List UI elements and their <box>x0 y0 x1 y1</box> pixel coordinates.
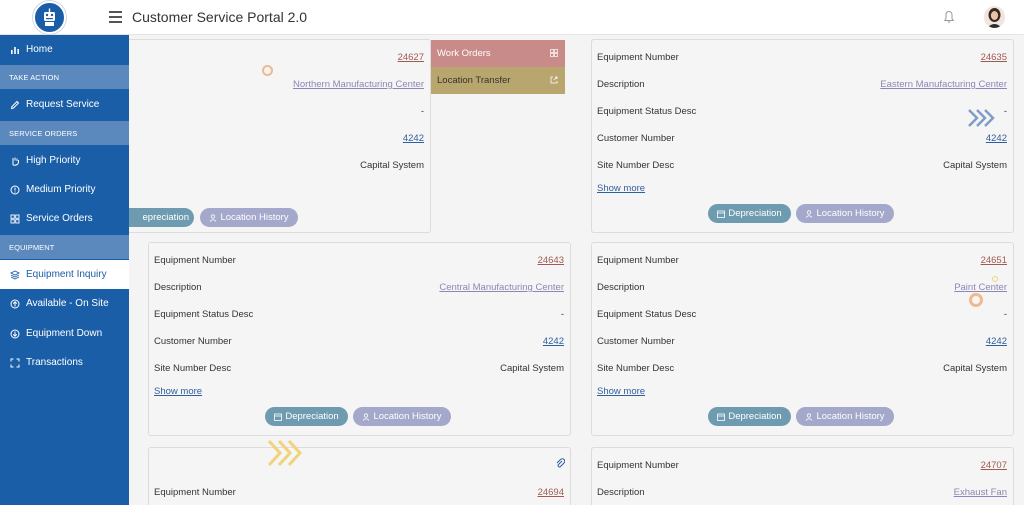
calendar-icon <box>717 413 726 421</box>
sidebar-item-label: Equipment Inquiry <box>26 269 107 280</box>
sidebar-item-medium-priority[interactable]: Medium Priority <box>0 175 129 204</box>
site-value: Capital System <box>943 363 1007 374</box>
sidebar-item-label: Service Orders <box>26 213 93 224</box>
equipment-number-link[interactable]: 24635 <box>981 52 1007 63</box>
show-more-link[interactable]: Show more <box>597 183 645 194</box>
equipment-card-4: Equipment Number 24651 Description Paint C… <box>591 242 1014 436</box>
sidebar-item-label: Available - On Site <box>26 298 109 309</box>
layers-icon <box>10 269 20 280</box>
description-link[interactable]: Northern Manufacturing Center <box>293 79 424 90</box>
status-value: - <box>1003 106 1007 117</box>
customer-number-link[interactable]: 4242 <box>986 133 1007 144</box>
sidebar-item-service-orders[interactable]: Service Orders <box>0 204 129 233</box>
paperclip-icon[interactable] <box>555 458 565 468</box>
description-link[interactable]: Paint Center <box>954 282 1007 293</box>
description-link[interactable]: Central Manufacturing Center <box>439 282 564 293</box>
description-link[interactable]: Exhaust Fan <box>954 487 1007 498</box>
status-value: - <box>1003 309 1007 320</box>
bar-chart-icon <box>10 45 20 55</box>
show-more-link[interactable]: Show more <box>597 386 645 397</box>
hand-icon <box>10 156 20 166</box>
sidebar-item-request-service[interactable]: Request Service <box>0 90 129 119</box>
location-transfer-menu-item[interactable]: Location Transfer <box>431 67 565 94</box>
sidebar-section-equipment: EQUIPMENT <box>0 235 129 259</box>
depreciation-button[interactable]: Depreciation <box>265 407 348 426</box>
grid-icon <box>550 49 558 57</box>
site-value: Capital System <box>943 160 1007 171</box>
sidebar-item-label: High Priority <box>26 155 81 166</box>
sidebar-section-take-action: TAKE ACTION <box>0 65 129 89</box>
customer-number-link[interactable]: 4242 <box>543 336 564 347</box>
equipment-number-link[interactable]: 24643 <box>538 255 564 266</box>
equipment-number-link[interactable]: 24694 <box>538 487 564 498</box>
main-content: 24627 Northern Manufacturing Center - 42… <box>129 35 1024 505</box>
equipment-number-link[interactable]: 24651 <box>981 255 1007 266</box>
chevron-right-icon <box>968 109 995 127</box>
menu-icon[interactable] <box>109 11 122 23</box>
site-value: Capital System <box>500 363 564 374</box>
user-icon <box>363 412 370 421</box>
depreciation-button[interactable]: epreciation <box>129 208 194 227</box>
equipment-number-link[interactable]: 24627 <box>398 52 424 63</box>
sidebar-item-home[interactable]: Home <box>0 35 129 64</box>
company-logo[interactable] <box>33 1 66 34</box>
arrow-up-circle-icon <box>10 299 20 309</box>
location-history-button[interactable]: Location History <box>200 208 298 227</box>
description-link[interactable]: Eastern Manufacturing Center <box>880 79 1007 90</box>
sidebar-item-equipment-inquiry[interactable]: Equipment Inquiry <box>0 260 129 289</box>
location-history-button[interactable]: Location History <box>353 407 451 426</box>
equipment-card-5: Equipment Number 24694 <box>148 447 571 505</box>
user-icon <box>806 209 813 218</box>
expand-icon <box>10 358 20 368</box>
customer-number-link[interactable]: 4242 <box>986 336 1007 347</box>
sidebar-item-label: Transactions <box>26 357 83 368</box>
depreciation-button[interactable]: Depreciation <box>708 407 791 426</box>
sidebar-item-available-on-site[interactable]: Available - On Site <box>0 289 129 318</box>
equipment-card-2: Equipment Number 24635 Description Eastern… <box>591 39 1014 233</box>
sidebar-item-label: Request Service <box>26 99 100 110</box>
site-value: Capital System <box>360 160 424 171</box>
calendar-icon <box>274 413 283 421</box>
sidebar-item-high-priority[interactable]: High Priority <box>0 146 129 175</box>
depreciation-button[interactable]: Depreciation <box>708 204 791 223</box>
external-link-icon <box>550 76 558 84</box>
app-title: Customer Service Portal 2.0 <box>132 9 308 25</box>
grid-icon <box>10 214 20 224</box>
equipment-card-1: 24627 Northern Manufacturing Center - 42… <box>129 39 431 233</box>
user-icon <box>806 412 813 421</box>
top-header: Customer Service Portal 2.0 <box>0 0 1024 35</box>
sidebar-item-equipment-down[interactable]: Equipment Down <box>0 319 129 348</box>
location-history-button[interactable]: Location History <box>796 204 894 223</box>
chevron-right-icon <box>267 439 303 467</box>
show-more-link[interactable]: Show more <box>154 386 202 397</box>
bell-icon[interactable] <box>943 10 955 24</box>
sidebar-item-transactions[interactable]: Transactions <box>0 348 129 377</box>
equipment-card-3: Equipment Number 24643 Description Central… <box>148 242 571 436</box>
calendar-icon <box>717 210 726 218</box>
decorative-ring <box>262 65 273 76</box>
work-orders-menu-item[interactable]: Work Orders <box>431 40 565 67</box>
arrow-down-circle-icon <box>10 329 20 339</box>
sidebar: Home TAKE ACTION Request Service SERVICE… <box>0 35 129 505</box>
sidebar-item-label: Medium Priority <box>26 184 96 195</box>
status-value: - <box>560 309 564 320</box>
equipment-card-6: Equipment Number 24707 Description Exhaust… <box>591 447 1014 505</box>
user-avatar[interactable] <box>984 6 1005 28</box>
decorative-ring <box>992 276 998 282</box>
user-icon <box>210 213 217 222</box>
decorative-ring <box>969 293 983 307</box>
pencil-icon <box>10 100 20 110</box>
equipment-number-link[interactable]: 24707 <box>981 460 1007 471</box>
alert-circle-icon <box>10 185 20 195</box>
customer-number-link[interactable]: 4242 <box>403 133 424 144</box>
status-value: - <box>420 106 424 117</box>
location-history-button[interactable]: Location History <box>796 407 894 426</box>
sidebar-item-label: Home <box>26 44 53 55</box>
sidebar-item-label: Equipment Down <box>26 328 103 339</box>
sidebar-section-service-orders: SERVICE ORDERS <box>0 121 129 145</box>
